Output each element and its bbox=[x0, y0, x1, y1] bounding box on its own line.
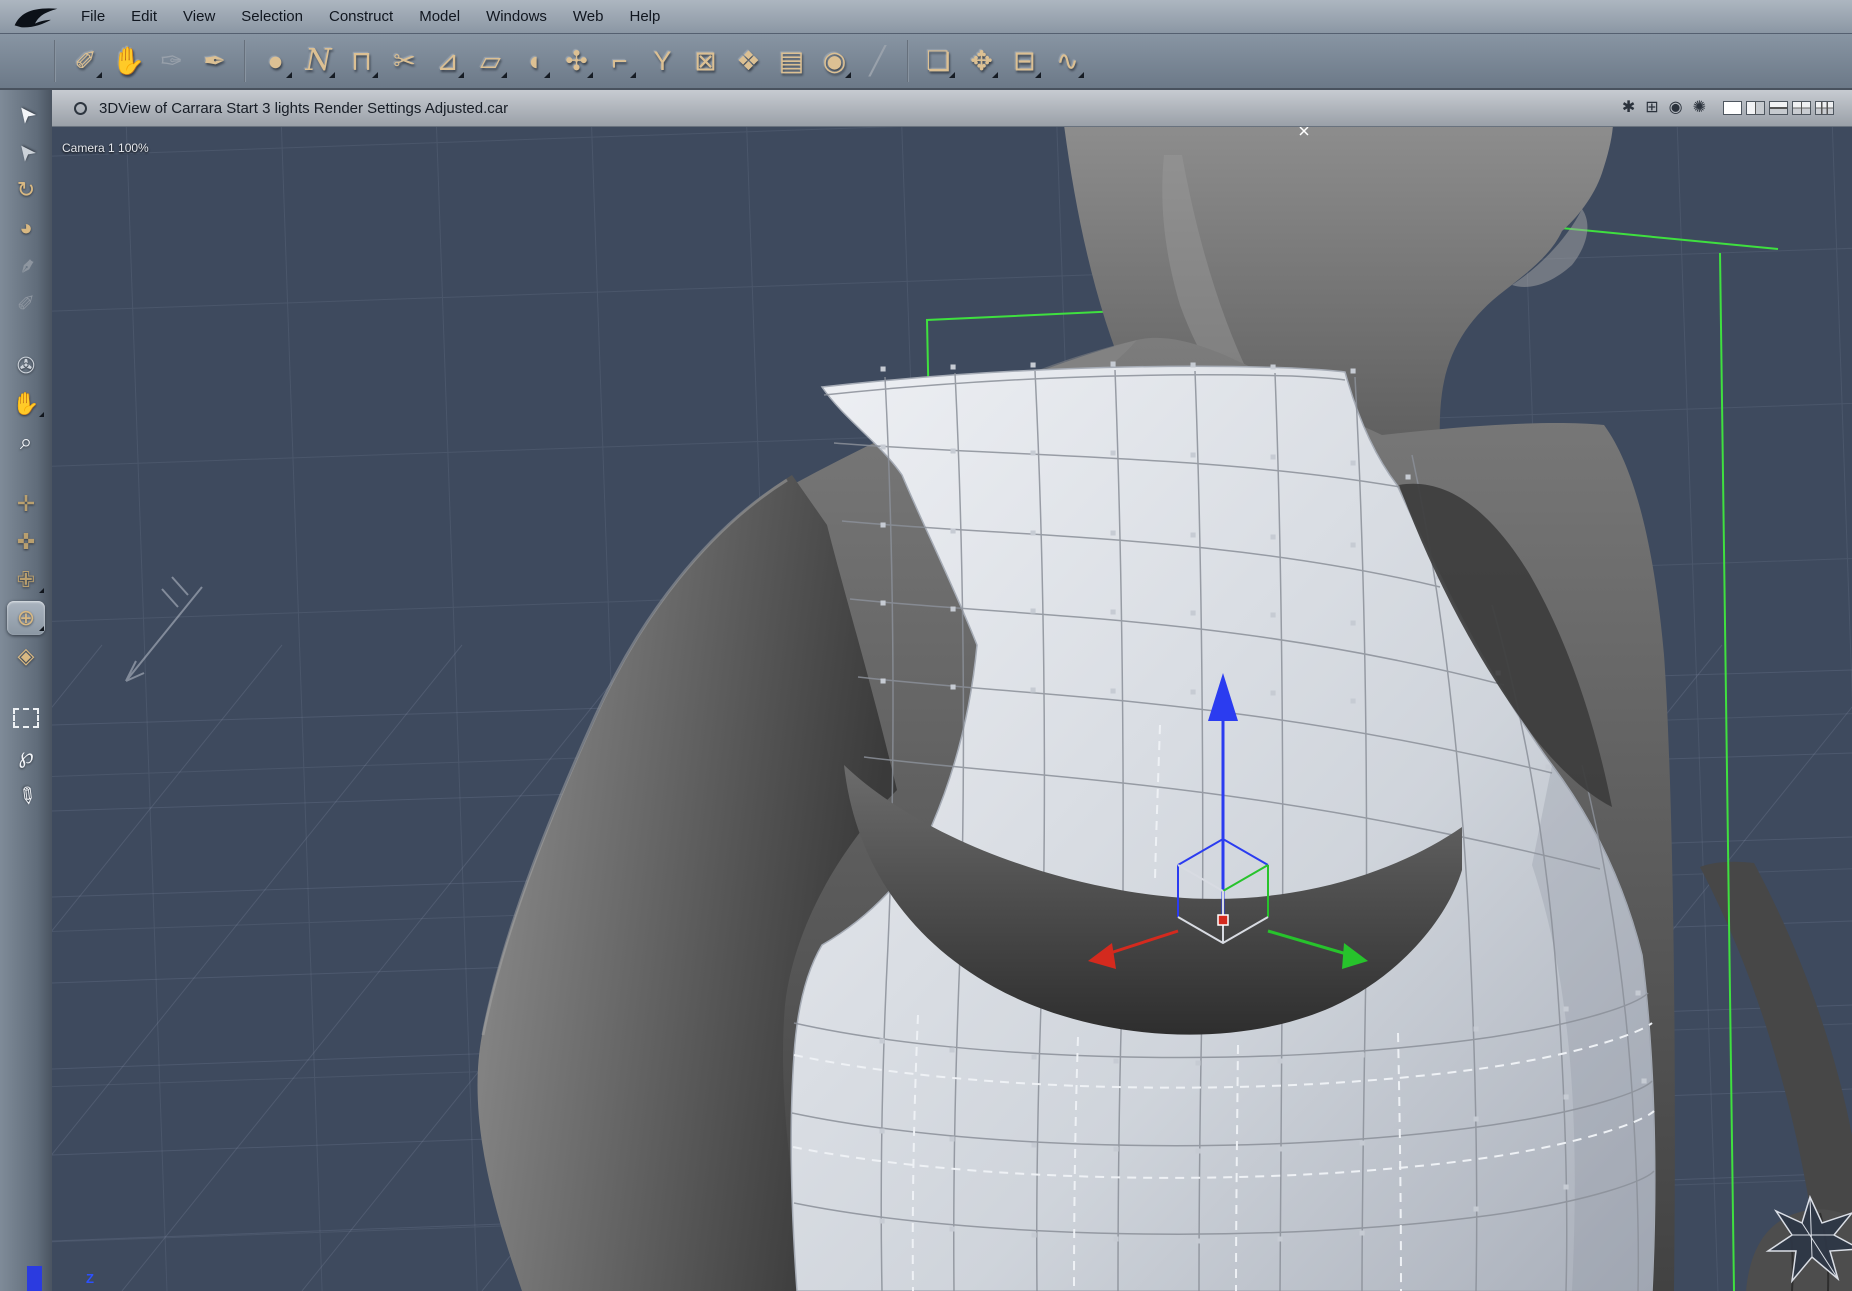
document-title: 3DView of Carrara Start 3 lights Render … bbox=[99, 99, 509, 117]
menu-items: File Edit View Selection Construct Model Windo… bbox=[68, 0, 673, 33]
toolbar-separator bbox=[236, 38, 254, 84]
page-flip-tool[interactable]: ❏ bbox=[917, 38, 960, 84]
select-tool[interactable]: ➤ bbox=[7, 97, 45, 131]
menu-selection[interactable]: Selection bbox=[228, 0, 316, 33]
carrara-logo-icon bbox=[12, 5, 60, 31]
eyedropper-tool[interactable]: ✒ bbox=[7, 249, 45, 283]
menu-help[interactable]: Help bbox=[617, 0, 674, 33]
layout-three-pane-button[interactable] bbox=[1792, 101, 1811, 115]
document-title-bar: 3DView of Carrara Start 3 lights Render … bbox=[52, 89, 1852, 127]
layout-four-pane-button[interactable] bbox=[1815, 101, 1834, 115]
menu-bar: File Edit View Selection Construct Model Windo… bbox=[0, 0, 1852, 34]
pane-layout-buttons bbox=[1723, 101, 1834, 115]
toolbar-tools: ✐ ✋ ✑ ✒ ● N ⊓ ✂ ⊿ ▱ ◖ ✣ ⌐ Y ⊠ ❖ ▤ ◉ ╱ ❏ ✥ ⊟ ∿ bbox=[64, 38, 1089, 84]
axis-z-indicator bbox=[27, 1266, 42, 1291]
scissors-tool[interactable]: ✂ bbox=[383, 38, 426, 84]
menu-file[interactable]: File bbox=[68, 0, 118, 33]
move-vertical-tool[interactable]: ✜ bbox=[7, 525, 45, 559]
funnel-tool[interactable]: Y bbox=[641, 38, 684, 84]
menu-web[interactable]: Web bbox=[560, 0, 617, 33]
scale-tool[interactable]: ◈ bbox=[7, 639, 45, 673]
line-tool[interactable]: ╱ bbox=[856, 38, 899, 84]
tool-bar: ✐ ✋ ✑ ✒ ● N ⊓ ✂ ⊿ ▱ ◖ ✣ ⌐ Y ⊠ ❖ ▤ ◉ ╱ ❏ ✥ ⊟ ∿ bbox=[0, 34, 1852, 90]
rotate-view-tool[interactable]: ↻ bbox=[7, 173, 45, 207]
pan-tool[interactable]: ✋ bbox=[7, 387, 45, 421]
grid-options-icon[interactable]: ⊞ bbox=[1645, 100, 1658, 116]
lasso-select-tool[interactable]: ℘ bbox=[7, 739, 45, 773]
brush-tool[interactable]: ✑ bbox=[150, 38, 193, 84]
hand-paint-tool[interactable]: ✋ bbox=[107, 38, 150, 84]
extrude-tool[interactable]: ⌐ bbox=[598, 38, 641, 84]
toolbar-separator bbox=[899, 38, 917, 84]
menu-edit[interactable]: Edit bbox=[118, 0, 170, 33]
zoom-tool[interactable]: ⌕ bbox=[7, 425, 45, 459]
draw-polyline-tool[interactable]: ✐ bbox=[7, 777, 45, 811]
move-tool[interactable]: ✛ bbox=[7, 487, 45, 521]
layout-two-vertical-button[interactable] bbox=[1769, 101, 1788, 115]
toolbar-groove bbox=[54, 40, 56, 82]
universal-manipulator-tool[interactable]: ⊕ bbox=[7, 601, 45, 635]
vertex-edit-tool[interactable]: ⊿ bbox=[426, 38, 469, 84]
3d-viewport[interactable]: Camera 1 100% Z bbox=[52, 125, 1852, 1291]
lathe-tool[interactable]: ✣ bbox=[555, 38, 598, 84]
menu-construct[interactable]: Construct bbox=[316, 0, 406, 33]
spray-paint-tool[interactable]: ✐ bbox=[64, 38, 107, 84]
move-depth-tool[interactable]: ✙ bbox=[7, 563, 45, 597]
wave-deform-tool[interactable]: ∿ bbox=[1046, 38, 1089, 84]
rectangle-draw-tool[interactable]: ▱ bbox=[469, 38, 512, 84]
rotate-object-tool[interactable]: ✥ bbox=[960, 38, 1003, 84]
titlebar-right-controls: ✱ ⊞ ◉ ✺ bbox=[1622, 100, 1840, 116]
layout-two-horizontal-button[interactable] bbox=[1746, 101, 1765, 115]
stack-tool[interactable]: ❖ bbox=[727, 38, 770, 84]
side-tool-column: ➤ ➤ ↻ ◕ ✒ ✐ ✇ ✋ ⌕ ✛ ✜ ✙ ⊕ ◈ ℘ ✐ bbox=[0, 89, 52, 1291]
spline-modeler-tool[interactable]: N bbox=[297, 38, 340, 84]
marquee-select-tool[interactable] bbox=[7, 701, 45, 735]
z-axis-label: Z bbox=[86, 1271, 94, 1286]
menu-windows[interactable]: Windows bbox=[473, 0, 560, 33]
menu-model[interactable]: Model bbox=[406, 0, 473, 33]
menu-view[interactable]: View bbox=[170, 0, 228, 33]
camera-label: Camera 1 100% bbox=[62, 141, 149, 155]
camera-tool[interactable]: ✇ bbox=[7, 349, 45, 383]
paint-sphere-tool[interactable]: ◉ bbox=[813, 38, 856, 84]
magnet-deform-tool[interactable]: ⊓ bbox=[340, 38, 383, 84]
clipboard-tool[interactable]: ▤ bbox=[770, 38, 813, 84]
properties-panel-tool[interactable]: ⊟ bbox=[1003, 38, 1046, 84]
scene-canvas[interactable] bbox=[52, 125, 1852, 1291]
dome-tool[interactable]: ◖ bbox=[512, 38, 555, 84]
shader-ball-tool[interactable]: ◕ bbox=[7, 211, 45, 245]
sphere-primitive-tool[interactable]: ● bbox=[254, 38, 297, 84]
doc-status-icon[interactable] bbox=[74, 101, 87, 115]
boolean-tool[interactable]: ⊠ bbox=[684, 38, 727, 84]
trowel-tool[interactable]: ✒ bbox=[193, 38, 236, 84]
render-mode-icon[interactable]: ✱ bbox=[1622, 100, 1635, 116]
wireframe-globe-icon[interactable]: ✺ bbox=[1693, 100, 1706, 116]
direct-select-tool[interactable]: ➤ bbox=[7, 135, 45, 169]
preview-quality-icon[interactable]: ◉ bbox=[1669, 100, 1683, 116]
airbrush-tool[interactable]: ✐ bbox=[7, 287, 45, 321]
layout-single-button[interactable] bbox=[1723, 101, 1742, 115]
view-option-icons: ✱ ⊞ ◉ ✺ bbox=[1622, 100, 1706, 116]
